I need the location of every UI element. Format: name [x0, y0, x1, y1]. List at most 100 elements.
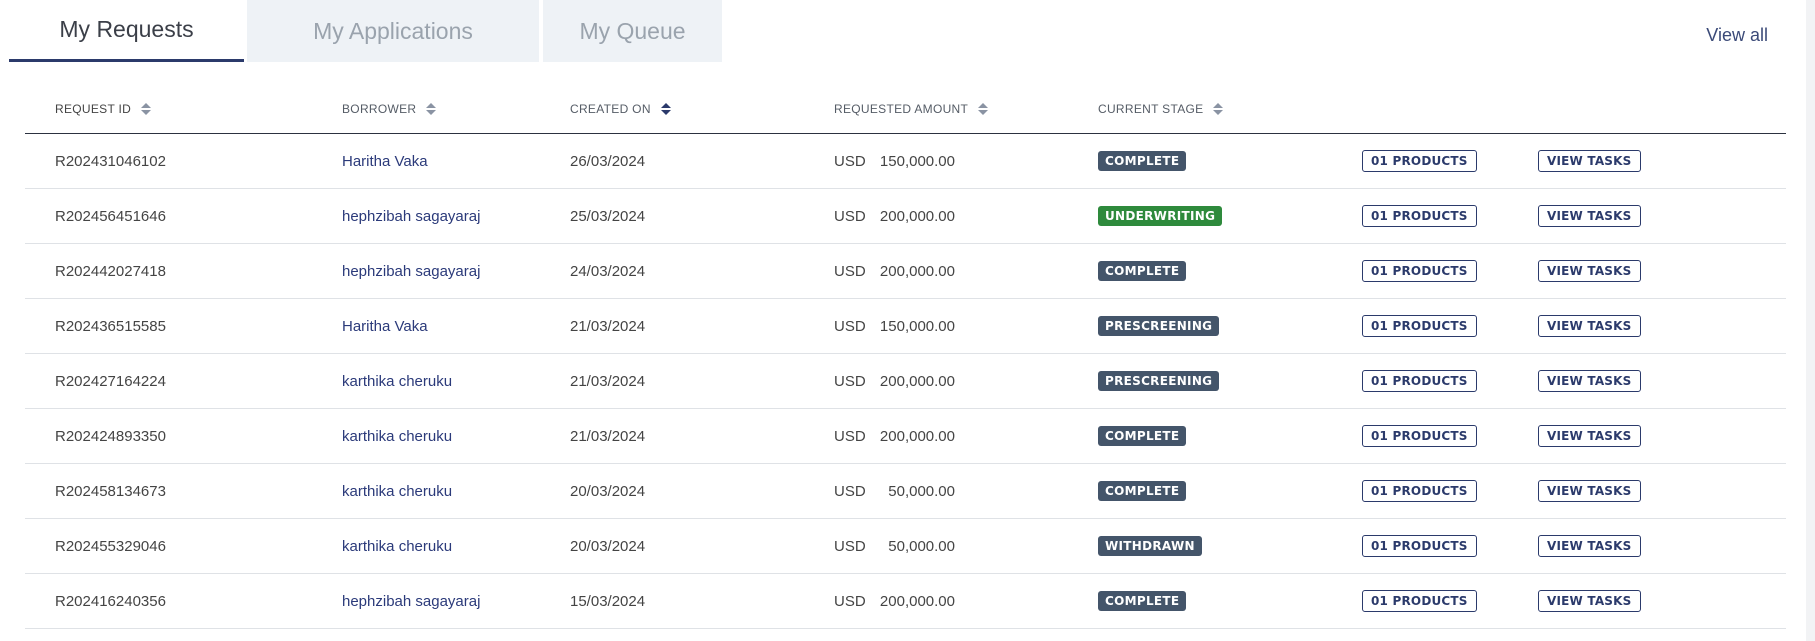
tab-my-applications[interactable]: My Applications [247, 0, 539, 62]
requested-amount: USD 200,000.00 [834, 373, 1098, 390]
borrower-link[interactable]: hephzibah sagayaraj [342, 593, 570, 610]
currency-code: USD [834, 262, 866, 280]
products-button[interactable]: 01 PRODUCTS [1362, 260, 1477, 282]
products-cell: 01 PRODUCTS [1362, 535, 1538, 557]
current-stage: UNDERWRITING [1098, 206, 1362, 226]
column-header-request-id[interactable]: REQUEST ID [25, 102, 342, 116]
column-header-borrower[interactable]: BORROWER [342, 102, 570, 116]
table-row[interactable]: R202455329046 karthika cheruku 20/03/202… [25, 519, 1786, 574]
created-on-date: 20/03/2024 [570, 537, 646, 555]
status-badge: PRESCREENING [1098, 316, 1220, 336]
current-stage: WITHDRAWN [1098, 536, 1362, 556]
tasks-cell: VIEW TASKS [1538, 535, 1688, 557]
created-on-date: 21/03/2024 [570, 372, 646, 390]
amount-value: 200,000.00 [879, 262, 955, 280]
current-stage: COMPLETE [1098, 261, 1362, 281]
products-button[interactable]: 01 PRODUCTS [1362, 370, 1477, 392]
column-label: CURRENT STAGE [1098, 101, 1204, 116]
products-cell: 01 PRODUCTS [1362, 205, 1538, 227]
sort-icon[interactable] [1213, 102, 1224, 115]
requested-amount: USD 200,000.00 [834, 428, 1098, 445]
created-on-date: 21/03/2024 [570, 317, 646, 335]
requested-amount: USD 200,000.00 [834, 593, 1098, 610]
table-row[interactable]: R202416240356 hephzibah sagayaraj 15/03/… [25, 574, 1786, 629]
requested-amount: USD 200,000.00 [834, 208, 1098, 225]
tab-bar: My Requests My Applications My Queue [9, 0, 722, 62]
amount-value: 50,000.00 [888, 482, 955, 500]
amount-value: 200,000.00 [879, 372, 955, 390]
products-button[interactable]: 01 PRODUCTS [1362, 205, 1477, 227]
request-id: R202427164224 [55, 372, 166, 390]
products-cell: 01 PRODUCTS [1362, 480, 1538, 502]
table-row[interactable]: R202458134673 karthika cheruku 20/03/202… [25, 464, 1786, 519]
tab-my-requests[interactable]: My Requests [9, 0, 244, 62]
currency-code: USD [834, 537, 866, 555]
sort-icon[interactable] [426, 102, 437, 115]
currency-code: USD [834, 427, 866, 445]
request-id: R202455329046 [55, 537, 166, 555]
tasks-cell: VIEW TASKS [1538, 425, 1688, 447]
amount-value: 50,000.00 [888, 537, 955, 555]
tasks-cell: VIEW TASKS [1538, 315, 1688, 337]
request-id: R202424893350 [55, 427, 166, 445]
borrower-link[interactable]: Haritha Vaka [342, 318, 570, 335]
created-on-date: 26/03/2024 [570, 152, 646, 170]
amount-value: 200,000.00 [879, 592, 955, 610]
products-button[interactable]: 01 PRODUCTS [1362, 590, 1477, 612]
tasks-cell: VIEW TASKS [1538, 370, 1688, 392]
products-button[interactable]: 01 PRODUCTS [1362, 315, 1477, 337]
borrower-link[interactable]: hephzibah sagayaraj [342, 263, 570, 280]
amount-value: 200,000.00 [879, 427, 955, 445]
table-row[interactable]: R202427164224 karthika cheruku 21/03/202… [25, 354, 1786, 409]
created-on-date: 15/03/2024 [570, 592, 646, 610]
table-row[interactable]: R202456451646 hephzibah sagayaraj 25/03/… [25, 189, 1786, 244]
view-tasks-button[interactable]: VIEW TASKS [1538, 425, 1641, 447]
view-tasks-button[interactable]: VIEW TASKS [1538, 260, 1641, 282]
view-tasks-button[interactable]: VIEW TASKS [1538, 370, 1641, 392]
products-cell: 01 PRODUCTS [1362, 150, 1538, 172]
borrower-link[interactable]: karthika cheruku [342, 538, 570, 555]
sort-icon[interactable] [660, 102, 671, 115]
products-button[interactable]: 01 PRODUCTS [1362, 535, 1477, 557]
status-badge: PRESCREENING [1098, 371, 1220, 391]
products-button[interactable]: 01 PRODUCTS [1362, 150, 1477, 172]
current-stage: PRESCREENING [1098, 316, 1362, 336]
table-header: REQUEST ID BORROWER CREATED ON REQUESTED… [25, 84, 1786, 134]
view-tasks-button[interactable]: VIEW TASKS [1538, 590, 1641, 612]
status-badge: UNDERWRITING [1098, 206, 1223, 226]
column-header-current-stage[interactable]: CURRENT STAGE [1098, 102, 1362, 116]
view-tasks-button[interactable]: VIEW TASKS [1538, 205, 1641, 227]
sort-icon[interactable] [141, 102, 152, 115]
view-all-link[interactable]: View all [1706, 25, 1768, 46]
column-header-created-on[interactable]: CREATED ON [570, 102, 834, 116]
borrower-link[interactable]: Haritha Vaka [342, 153, 570, 170]
request-id: R202436515585 [55, 317, 166, 335]
status-badge: COMPLETE [1098, 481, 1187, 501]
borrower-link[interactable]: karthika cheruku [342, 428, 570, 445]
table-row[interactable]: R202436515585 Haritha Vaka 21/03/2024 US… [25, 299, 1786, 354]
table-row[interactable]: R202431046102 Haritha Vaka 26/03/2024 US… [25, 134, 1786, 189]
requested-amount: USD 150,000.00 [834, 153, 1098, 170]
request-id: R202431046102 [55, 152, 166, 170]
created-on-date: 21/03/2024 [570, 427, 646, 445]
products-button[interactable]: 01 PRODUCTS [1362, 425, 1477, 447]
column-header-requested-amount[interactable]: REQUESTED AMOUNT [834, 102, 1098, 116]
column-label: CREATED ON [570, 101, 651, 116]
column-label: REQUESTED AMOUNT [834, 101, 969, 116]
status-badge: COMPLETE [1098, 426, 1187, 446]
status-badge: COMPLETE [1098, 591, 1187, 611]
view-tasks-button[interactable]: VIEW TASKS [1538, 480, 1641, 502]
products-button[interactable]: 01 PRODUCTS [1362, 480, 1477, 502]
view-tasks-button[interactable]: VIEW TASKS [1538, 315, 1641, 337]
borrower-link[interactable]: karthika cheruku [342, 483, 570, 500]
borrower-link[interactable]: karthika cheruku [342, 373, 570, 390]
view-tasks-button[interactable]: VIEW TASKS [1538, 535, 1641, 557]
status-badge: WITHDRAWN [1098, 536, 1202, 556]
table-row[interactable]: R202424893350 karthika cheruku 21/03/202… [25, 409, 1786, 464]
view-tasks-button[interactable]: VIEW TASKS [1538, 150, 1641, 172]
borrower-link[interactable]: hephzibah sagayaraj [342, 208, 570, 225]
sort-icon[interactable] [978, 102, 989, 115]
tab-my-queue[interactable]: My Queue [543, 0, 722, 62]
table-row[interactable]: R202442027418 hephzibah sagayaraj 24/03/… [25, 244, 1786, 299]
tasks-cell: VIEW TASKS [1538, 150, 1688, 172]
